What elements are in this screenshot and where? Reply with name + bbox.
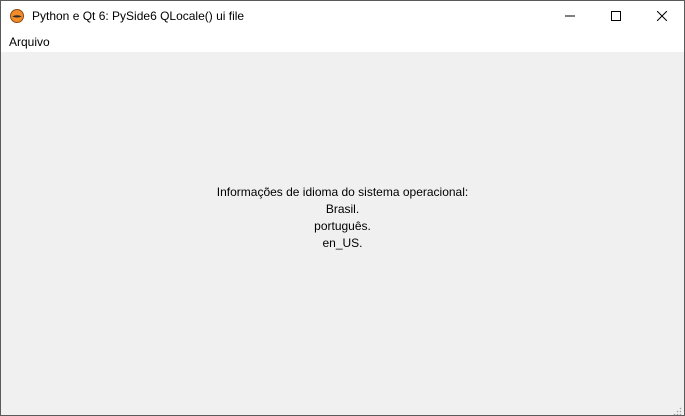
title-bar[interactable]: Python e Qt 6: PySide6 QLocale() ui file bbox=[1, 1, 684, 31]
minimize-icon bbox=[565, 15, 575, 17]
python-logo-icon bbox=[10, 9, 24, 23]
central-widget: Informações de idioma do sistema operaci… bbox=[1, 52, 684, 415]
maximize-icon bbox=[611, 11, 621, 21]
minimize-button[interactable] bbox=[547, 1, 593, 31]
info-language: português. bbox=[314, 219, 371, 233]
info-country: Brasil. bbox=[325, 202, 360, 216]
size-grip-icon[interactable] bbox=[672, 403, 682, 415]
info-heading: Informações de idioma do sistema operaci… bbox=[216, 185, 469, 199]
maximize-button[interactable] bbox=[593, 1, 639, 31]
menu-item-arquivo[interactable]: Arquivo bbox=[3, 33, 56, 51]
close-icon bbox=[657, 11, 667, 21]
close-button[interactable] bbox=[639, 1, 684, 31]
info-locale-name: en_US. bbox=[322, 236, 363, 250]
locale-info-label: Informações de idioma do sistema operaci… bbox=[1, 184, 684, 252]
app-window: Python e Qt 6: PySide6 QLocale() ui file… bbox=[0, 0, 685, 416]
menu-bar: Arquivo bbox=[1, 31, 684, 52]
window-title: Python e Qt 6: PySide6 QLocale() ui file bbox=[32, 9, 245, 23]
